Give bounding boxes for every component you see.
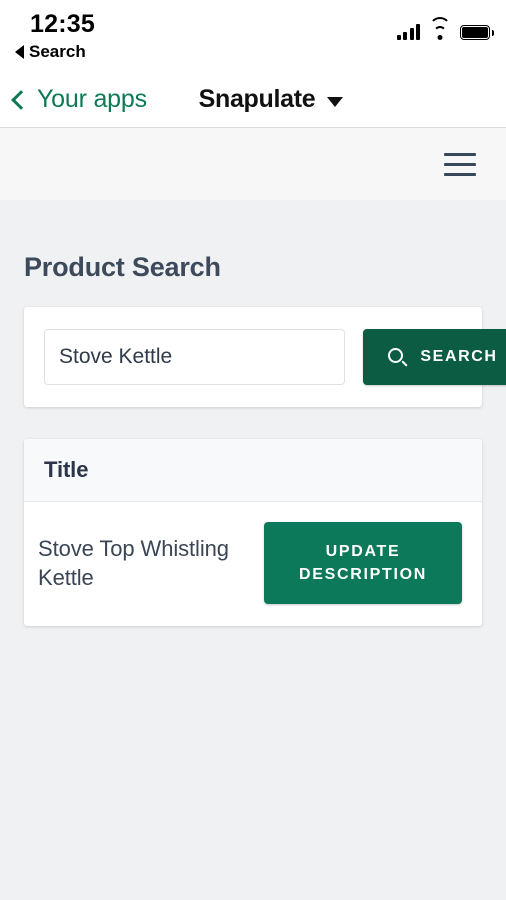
app-nav-bar: Your apps Snapulate <box>0 72 506 128</box>
chevron-left-icon <box>11 90 31 110</box>
battery-full-icon <box>460 25 494 40</box>
page-title: Product Search <box>24 252 221 282</box>
update-description-button[interactable]: UPDATE DESCRIPTION <box>264 522 462 605</box>
results-card: Title Stove Top Whistling Kettle UPDATE … <box>24 439 482 627</box>
results-table-header: Title <box>24 439 482 502</box>
ios-status-bar: 12:35 Search <box>0 0 506 72</box>
search-button-label: SEARCH <box>420 348 498 365</box>
wifi-icon <box>429 17 451 40</box>
status-bar-back-to-search[interactable]: Search <box>15 42 86 62</box>
phone-screen: 12:35 Search Your apps Snapulate Product… <box>0 0 506 900</box>
search-icon <box>388 347 409 367</box>
main-content: Product Search SEARCH Title Stove Top Wh… <box>0 200 506 900</box>
search-card: SEARCH <box>24 307 506 407</box>
hamburger-menu-icon[interactable] <box>444 152 476 176</box>
column-header-title: Title <box>44 457 89 482</box>
table-row: Stove Top Whistling Kettle UPDATE DESCRI… <box>24 502 482 626</box>
app-toolbar <box>0 128 506 200</box>
product-title: Stove Top Whistling Kettle <box>38 536 229 591</box>
status-bar-clock: 12:35 <box>30 10 95 38</box>
back-to-your-apps-button[interactable]: Your apps <box>11 85 147 114</box>
search-button[interactable]: SEARCH <box>363 329 506 385</box>
status-bar-back-label: Search <box>29 42 86 61</box>
status-bar-indicators <box>396 17 494 40</box>
search-input[interactable] <box>44 329 345 385</box>
triangle-left-icon <box>15 45 24 59</box>
app-title: Snapulate <box>198 85 316 113</box>
caret-down-icon[interactable] <box>327 96 344 107</box>
back-button-label: Your apps <box>37 85 147 113</box>
cellular-signal-icon <box>396 24 420 40</box>
